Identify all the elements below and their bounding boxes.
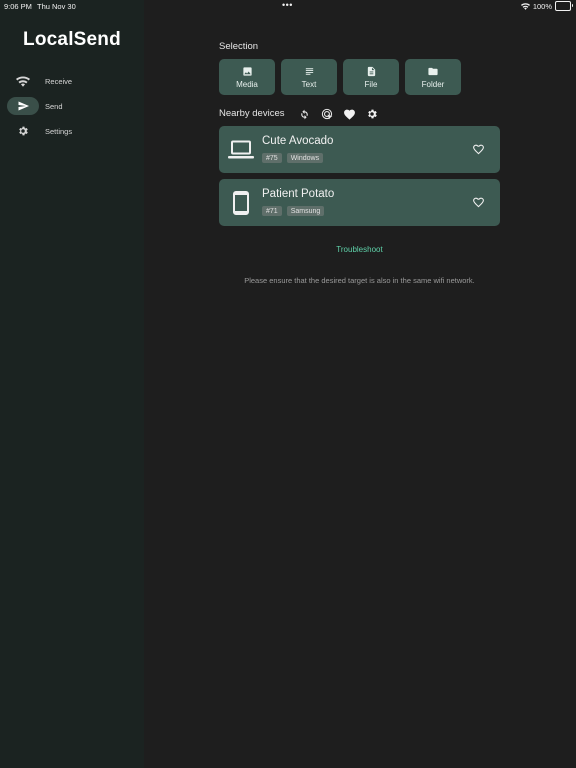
nav-item-receive[interactable]: Receive [7, 71, 137, 91]
nearby-devices-title: Nearby devices [219, 108, 285, 119]
status-time: 9:06 PM [4, 2, 32, 11]
device-name: Patient Potato [262, 188, 335, 200]
folder-button[interactable]: Folder [405, 59, 461, 95]
file-label: File [364, 79, 378, 89]
text-lines-icon [305, 67, 313, 75]
gear-icon [7, 122, 39, 140]
device-card-patient-potato[interactable]: Patient Potato #71 Samsung [219, 179, 500, 226]
status-bar: 9:06 PM Thu Nov 30 ••• 100% [0, 0, 576, 14]
send-icon [7, 97, 39, 115]
image-icon [242, 66, 252, 76]
favorite-heart-icon[interactable] [472, 142, 486, 156]
nav-label-settings: Settings [45, 126, 73, 136]
text-label: Text [301, 79, 317, 89]
app-title: LocalSend [23, 29, 121, 50]
heart-icon[interactable] [341, 106, 357, 122]
refresh-icon[interactable] [296, 106, 312, 122]
device-platform-tag: Windows [286, 153, 324, 163]
nav-item-send[interactable]: Send [7, 96, 137, 116]
device-tags: #75 Windows [262, 153, 324, 163]
media-label: Media [236, 79, 258, 89]
wifi-status-icon [520, 2, 530, 10]
multitasking-dots[interactable]: ••• [282, 0, 293, 10]
battery-icon [555, 1, 573, 11]
status-right: 100% [520, 1, 573, 11]
favorite-heart-icon[interactable] [472, 195, 486, 209]
device-platform-tag: Samsung [286, 206, 325, 216]
device-tags: #71 Samsung [262, 206, 325, 216]
network-hint-text: Please ensure that the desired target is… [244, 276, 475, 285]
gear-icon[interactable] [364, 106, 380, 122]
device-name: Cute Avocado [262, 135, 334, 147]
wifi-icon [7, 72, 39, 90]
file-button[interactable]: File [343, 59, 399, 95]
troubleshoot-link[interactable]: Troubleshoot [219, 245, 500, 254]
device-card-cute-avocado[interactable]: Cute Avocado #75 Windows [219, 126, 500, 173]
status-date: Thu Nov 30 [37, 2, 76, 11]
nav-label-receive: Receive [45, 76, 73, 86]
device-id-tag: #75 [262, 153, 282, 163]
text-button[interactable]: Text [281, 59, 337, 95]
phone-icon [227, 189, 255, 217]
laptop-icon [227, 136, 255, 164]
folder-icon [428, 67, 438, 75]
nav-label-send: Send [45, 101, 63, 111]
scan-icon[interactable] [319, 106, 335, 122]
device-id-tag: #71 [262, 206, 282, 216]
document-icon [367, 66, 375, 76]
media-button[interactable]: Media [219, 59, 275, 95]
battery-percent: 100% [532, 1, 552, 11]
folder-label: Folder [421, 79, 445, 89]
selection-title: Selection [219, 41, 259, 52]
nav-item-settings[interactable]: Settings [7, 121, 137, 141]
sidebar: LocalSend Receive Send Settings [0, 0, 144, 768]
